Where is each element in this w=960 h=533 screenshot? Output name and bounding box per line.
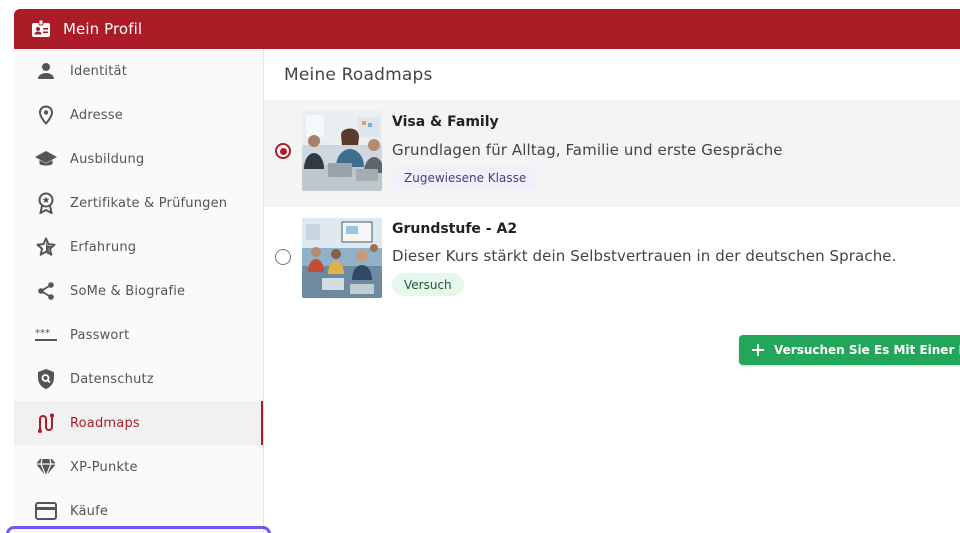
sidebar-item-passwort[interactable]: *** Passwort [14,313,263,357]
share-icon [35,280,57,302]
profile-header: Mein Profil [14,9,960,49]
sidebar-item-roadmaps[interactable]: Roadmaps [14,401,263,445]
sidebar-item-label: Identität [70,63,127,79]
sidebar-item-label: Datenschutz [70,371,154,387]
id-badge-icon [30,18,52,40]
sidebar-item-adresse[interactable]: Adresse [14,93,263,137]
route-icon [35,412,57,434]
focused-element-outline[interactable] [6,526,271,533]
sidebar-item-label: Zertifikate & Prüfungen [70,195,228,211]
roadmap-item[interactable]: Visa & Family Grundlagen für Alltag, Fam… [264,100,960,207]
sidebar-item-datenschutz[interactable]: Datenschutz [14,357,263,401]
sidebar-item-label: SoMe & Biografie [70,283,186,299]
roadmap-description: Dieser Kurs stärkt dein Selbstvertrauen … [392,247,897,265]
roadmap-thumbnail [302,111,382,191]
sidebar-item-label: Adresse [70,107,123,123]
sidebar-item-ausbildung[interactable]: Ausbildung [14,137,263,181]
sidebar-item-label: Erfahrung [70,239,137,255]
roadmap-thumbnail [302,218,382,298]
roadmap-item[interactable]: Grundstufe - A2 Dieser Kurs stärkt dein … [264,207,960,314]
status-badge: Zugewiesene Klasse [392,166,539,189]
page-title: Mein Profil [63,20,143,38]
person-icon [35,60,57,82]
status-badge: Versuch [392,273,464,296]
sidebar-item-label: Ausbildung [70,151,145,167]
sidebar-item-label: Roadmaps [70,415,140,431]
sidebar-item-zertifikate[interactable]: Zertifikate & Prüfungen [14,181,263,225]
roadmap-title: Visa & Family [392,114,499,130]
sidebar-item-erfahrung[interactable]: Erfahrung [14,225,263,269]
try-roadmap-button-label: Versuchen Sie Es Mit Einer Road [774,343,960,357]
location-pin-icon [35,104,57,126]
award-ribbon-icon [35,192,57,214]
sidebar-item-label: Käufe [70,503,109,519]
try-roadmap-button[interactable]: Versuchen Sie Es Mit Einer Road [739,335,960,365]
sidebar-item-label: Passwort [70,327,130,343]
password-icon: *** [35,324,57,346]
shield-search-icon [35,368,57,390]
main-content: Meine Roadmaps Visa & Family Grundlagen … [264,49,960,533]
section-title: Meine Roadmaps [284,65,433,85]
sidebar-item-identitaet[interactable]: Identität [14,49,263,93]
sidebar-item-xp-punkte[interactable]: XP-Punkte [14,445,263,489]
diamond-icon [35,456,57,478]
sidebar-item-some-biografie[interactable]: SoMe & Biografie [14,269,263,313]
profile-sidebar: Identität Adresse Ausbildung Zertifikate… [14,49,264,533]
roadmap-radio[interactable] [275,249,291,265]
roadmap-radio[interactable] [275,143,291,159]
roadmap-title: Grundstufe - A2 [392,221,518,237]
graduation-cap-icon [35,148,57,170]
credit-card-icon [35,500,57,522]
sidebar-item-label: XP-Punkte [70,459,138,475]
roadmap-description: Grundlagen für Alltag, Familie und erste… [392,141,783,159]
svg-text:***: *** [35,328,50,339]
plus-icon [752,343,764,357]
star-icon [35,236,57,258]
